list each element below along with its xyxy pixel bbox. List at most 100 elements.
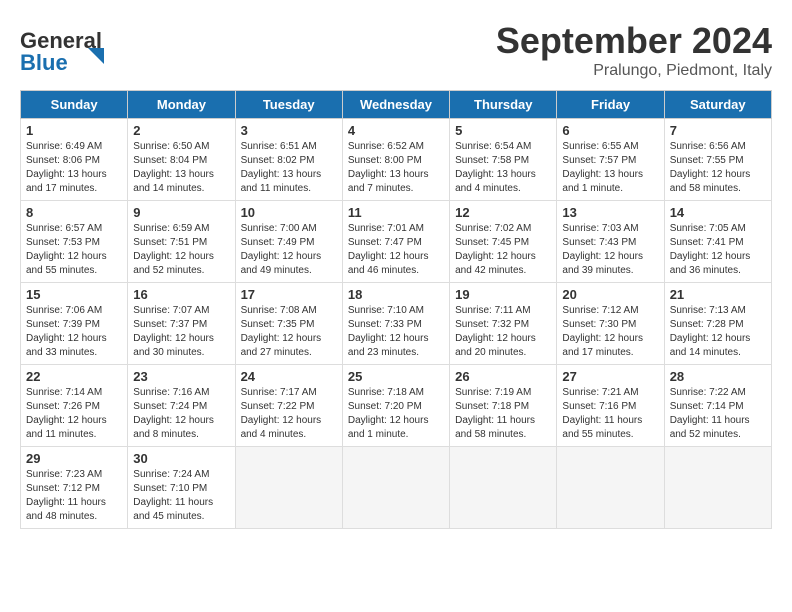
day-number: 22	[26, 369, 122, 384]
day-info: Sunrise: 7:14 AM Sunset: 7:26 PM Dayligh…	[26, 386, 122, 442]
day-number: 17	[241, 287, 337, 302]
calendar-cell: 9 Sunrise: 6:59 AM Sunset: 7:51 PM Daylig…	[128, 201, 235, 283]
day-info: Sunrise: 6:51 AM Sunset: 8:02 PM Dayligh…	[241, 140, 337, 196]
day-number: 5	[455, 123, 551, 138]
calendar-cell: 1 Sunrise: 6:49 AM Sunset: 8:06 PM Daylig…	[21, 119, 128, 201]
day-number: 20	[562, 287, 658, 302]
calendar-cell: 22 Sunrise: 7:14 AM Sunset: 7:26 PM Dayli…	[21, 365, 128, 447]
calendar-cell: 15Sunrise: 7:06 AM Sunset: 7:39 PM Dayli…	[21, 283, 128, 365]
day-number: 8	[26, 205, 122, 220]
calendar-cell: 27Sunrise: 7:21 AM Sunset: 7:16 PM Dayli…	[557, 365, 664, 447]
day-number: 25	[348, 369, 444, 384]
day-header-thursday: Thursday	[450, 91, 557, 119]
day-number: 10	[241, 205, 337, 220]
title-area: September 2024 Pralungo, Piedmont, Italy	[496, 20, 772, 80]
location-subtitle: Pralungo, Piedmont, Italy	[496, 62, 772, 80]
day-number: 19	[455, 287, 551, 302]
calendar-cell: 26 Sunrise: 7:19 AM Sunset: 7:18 PM Dayli…	[450, 365, 557, 447]
day-info: Sunrise: 6:52 AM Sunset: 8:00 PM Dayligh…	[348, 140, 444, 196]
day-info: Sunrise: 7:01 AM Sunset: 7:47 PM Dayligh…	[348, 222, 444, 278]
day-info: Sunrise: 7:17 AM Sunset: 7:22 PM Dayligh…	[241, 386, 337, 442]
calendar-cell: 12Sunrise: 7:02 AM Sunset: 7:45 PM Dayli…	[450, 201, 557, 283]
day-info: Sunrise: 7:11 AM Sunset: 7:32 PM Dayligh…	[455, 304, 551, 360]
calendar-cell: 8 Sunrise: 6:57 AM Sunset: 7:53 PM Daylig…	[21, 201, 128, 283]
day-info: Sunrise: 7:13 AM Sunset: 7:28 PM Dayligh…	[670, 304, 766, 360]
day-info: Sunrise: 6:55 AM Sunset: 7:57 PM Dayligh…	[562, 140, 658, 196]
day-number: 21	[670, 287, 766, 302]
calendar-cell: 16Sunrise: 7:07 AM Sunset: 7:37 PM Dayli…	[128, 283, 235, 365]
calendar-cell: 2 Sunrise: 6:50 AM Sunset: 8:04 PM Daylig…	[128, 119, 235, 201]
calendar-cell: 7 Sunrise: 6:56 AM Sunset: 7:55 PM Daylig…	[664, 119, 771, 201]
day-header-monday: Monday	[128, 91, 235, 119]
day-info: Sunrise: 6:54 AM Sunset: 7:58 PM Dayligh…	[455, 140, 551, 196]
day-info: Sunrise: 6:59 AM Sunset: 7:51 PM Dayligh…	[133, 222, 229, 278]
calendar-header-row: SundayMondayTuesdayWednesdayThursdayFrid…	[21, 91, 772, 119]
calendar-cell: 23Sunrise: 7:16 AM Sunset: 7:24 PM Dayli…	[128, 365, 235, 447]
day-header-saturday: Saturday	[664, 91, 771, 119]
day-info: Sunrise: 6:56 AM Sunset: 7:55 PM Dayligh…	[670, 140, 766, 196]
day-number: 24	[241, 369, 337, 384]
calendar-cell: 30 Sunrise: 7:24 AM Sunset: 7:10 PM Dayli…	[128, 447, 235, 529]
day-number: 13	[562, 205, 658, 220]
calendar-cell	[342, 447, 449, 529]
day-info: Sunrise: 7:16 AM Sunset: 7:24 PM Dayligh…	[133, 386, 229, 442]
week-row-5: 29 Sunrise: 7:23 AM Sunset: 7:12 PM Dayli…	[21, 447, 772, 529]
day-number: 28	[670, 369, 766, 384]
day-number: 1	[26, 123, 122, 138]
calendar-cell	[450, 447, 557, 529]
day-info: Sunrise: 7:19 AM Sunset: 7:18 PM Dayligh…	[455, 386, 551, 442]
calendar-cell: 4Sunrise: 6:52 AM Sunset: 8:00 PM Daylig…	[342, 119, 449, 201]
calendar-cell: 3 Sunrise: 6:51 AM Sunset: 8:02 PM Daylig…	[235, 119, 342, 201]
svg-text:Blue: Blue	[20, 50, 68, 75]
day-info: Sunrise: 7:07 AM Sunset: 7:37 PM Dayligh…	[133, 304, 229, 360]
day-header-tuesday: Tuesday	[235, 91, 342, 119]
day-number: 27	[562, 369, 658, 384]
week-row-3: 15Sunrise: 7:06 AM Sunset: 7:39 PM Dayli…	[21, 283, 772, 365]
calendar-cell: 20 Sunrise: 7:12 AM Sunset: 7:30 PM Dayli…	[557, 283, 664, 365]
calendar-cell: 18 Sunrise: 7:10 AM Sunset: 7:33 PM Dayli…	[342, 283, 449, 365]
week-row-1: 1 Sunrise: 6:49 AM Sunset: 8:06 PM Daylig…	[21, 119, 772, 201]
day-info: Sunrise: 7:05 AM Sunset: 7:41 PM Dayligh…	[670, 222, 766, 278]
calendar-cell	[557, 447, 664, 529]
day-number: 29	[26, 451, 122, 466]
day-header-wednesday: Wednesday	[342, 91, 449, 119]
day-info: Sunrise: 6:49 AM Sunset: 8:06 PM Dayligh…	[26, 140, 122, 196]
calendar-cell: 5 Sunrise: 6:54 AM Sunset: 7:58 PM Daylig…	[450, 119, 557, 201]
day-number: 12	[455, 205, 551, 220]
calendar-cell: 24 Sunrise: 7:17 AM Sunset: 7:22 PM Dayli…	[235, 365, 342, 447]
day-number: 14	[670, 205, 766, 220]
day-number: 3	[241, 123, 337, 138]
day-info: Sunrise: 7:23 AM Sunset: 7:12 PM Dayligh…	[26, 468, 122, 524]
day-info: Sunrise: 7:12 AM Sunset: 7:30 PM Dayligh…	[562, 304, 658, 360]
week-row-4: 22 Sunrise: 7:14 AM Sunset: 7:26 PM Dayli…	[21, 365, 772, 447]
page-header: General Blue September 2024 Pralungo, Pi…	[20, 20, 772, 80]
day-info: Sunrise: 7:00 AM Sunset: 7:49 PM Dayligh…	[241, 222, 337, 278]
day-info: Sunrise: 7:08 AM Sunset: 7:35 PM Dayligh…	[241, 304, 337, 360]
calendar-cell: 14 Sunrise: 7:05 AM Sunset: 7:41 PM Dayli…	[664, 201, 771, 283]
day-number: 18	[348, 287, 444, 302]
day-number: 7	[670, 123, 766, 138]
calendar-cell: 13Sunrise: 7:03 AM Sunset: 7:43 PM Dayli…	[557, 201, 664, 283]
day-info: Sunrise: 7:18 AM Sunset: 7:20 PM Dayligh…	[348, 386, 444, 442]
day-info: Sunrise: 6:50 AM Sunset: 8:04 PM Dayligh…	[133, 140, 229, 196]
calendar-cell: 6Sunrise: 6:55 AM Sunset: 7:57 PM Daylig…	[557, 119, 664, 201]
day-number: 2	[133, 123, 229, 138]
day-number: 9	[133, 205, 229, 220]
calendar-cell	[235, 447, 342, 529]
calendar-cell: 17 Sunrise: 7:08 AM Sunset: 7:35 PM Dayli…	[235, 283, 342, 365]
day-number: 30	[133, 451, 229, 466]
day-info: Sunrise: 7:10 AM Sunset: 7:33 PM Dayligh…	[348, 304, 444, 360]
day-number: 15	[26, 287, 122, 302]
calendar-cell: 29 Sunrise: 7:23 AM Sunset: 7:12 PM Dayli…	[21, 447, 128, 529]
day-number: 26	[455, 369, 551, 384]
day-number: 11	[348, 205, 444, 220]
calendar-cell	[664, 447, 771, 529]
calendar-cell: 11 Sunrise: 7:01 AM Sunset: 7:47 PM Dayli…	[342, 201, 449, 283]
calendar-cell: 19 Sunrise: 7:11 AM Sunset: 7:32 PM Dayli…	[450, 283, 557, 365]
calendar-cell: 28 Sunrise: 7:22 AM Sunset: 7:14 PM Dayli…	[664, 365, 771, 447]
day-info: Sunrise: 6:57 AM Sunset: 7:53 PM Dayligh…	[26, 222, 122, 278]
day-info: Sunrise: 7:22 AM Sunset: 7:14 PM Dayligh…	[670, 386, 766, 442]
day-info: Sunrise: 7:24 AM Sunset: 7:10 PM Dayligh…	[133, 468, 229, 524]
day-header-sunday: Sunday	[21, 91, 128, 119]
logo: General Blue	[20, 20, 120, 80]
